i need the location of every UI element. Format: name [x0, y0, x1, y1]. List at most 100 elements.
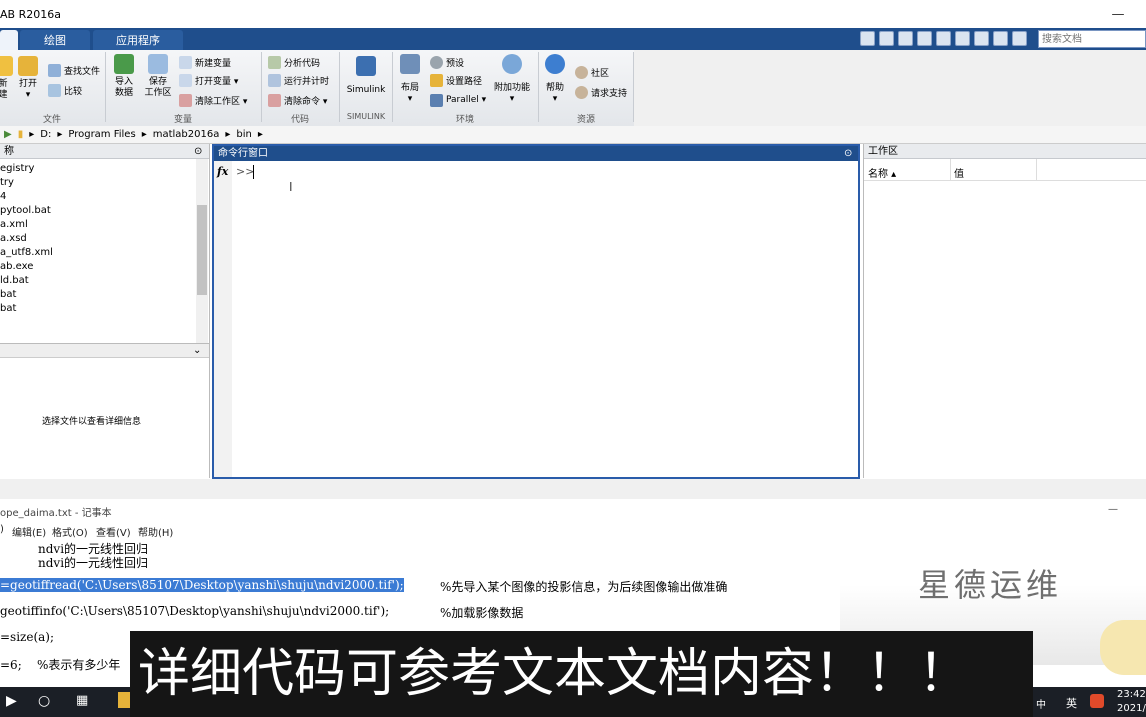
- list-item[interactable]: egistry: [0, 162, 209, 176]
- code-line: =size(a);: [0, 630, 55, 644]
- start-icon[interactable]: ▶: [6, 693, 17, 709]
- ime-indicator[interactable]: 中: [1036, 696, 1046, 711]
- list-item[interactable]: a.xsd: [0, 232, 209, 246]
- import-icon: [114, 54, 134, 74]
- layout-button[interactable]: 布局 ▾: [398, 54, 422, 105]
- command-prompt: >>: [236, 165, 255, 178]
- breadcrumb-program-files[interactable]: Program Files: [68, 129, 135, 140]
- breadcrumb-bin[interactable]: bin: [236, 129, 251, 140]
- browse-folder-icon[interactable]: ▶: [4, 129, 12, 140]
- open-button[interactable]: 打开 ▾: [15, 56, 41, 101]
- clear-workspace-button[interactable]: 清除工作区 ▾: [179, 92, 247, 108]
- quick-help-icon[interactable]: [1012, 31, 1027, 46]
- new-button[interactable]: 新建: [0, 56, 13, 101]
- analyze-code-button[interactable]: 分析代码: [268, 54, 320, 70]
- window-title: AB R2016a: [0, 8, 61, 21]
- sogou-icon[interactable]: [1090, 694, 1104, 708]
- column-name[interactable]: 名称 ▴: [868, 165, 896, 180]
- breadcrumb-drive[interactable]: D:: [40, 129, 51, 140]
- list-item[interactable]: try: [0, 176, 209, 190]
- menu-view[interactable]: 查看(V): [96, 524, 131, 539]
- quick-save-icon[interactable]: [860, 31, 875, 46]
- fx-icon[interactable]: fx: [217, 165, 228, 178]
- clock-time[interactable]: 23:42: [1117, 689, 1146, 700]
- tab-home[interactable]: [0, 30, 18, 50]
- column-value[interactable]: 值: [954, 165, 964, 180]
- quick-layout-icon[interactable]: [993, 31, 1008, 46]
- tab-apps[interactable]: 应用程序: [93, 30, 183, 50]
- chevron-down-icon[interactable]: ⌄: [193, 345, 201, 356]
- panel-menu-icon[interactable]: ⊙: [844, 146, 852, 161]
- simulink-group-label: SIMULINK: [346, 112, 386, 121]
- list-item[interactable]: ab.exe: [0, 260, 209, 274]
- list-item[interactable]: 4: [0, 190, 209, 204]
- scrollbar-thumb[interactable]: [197, 205, 207, 295]
- request-support-button[interactable]: 请求支持: [575, 84, 627, 100]
- list-item[interactable]: ld.bat: [0, 274, 209, 288]
- breadcrumb-matlab[interactable]: matlab2016a: [153, 129, 220, 140]
- task-view-icon[interactable]: ▦: [76, 693, 88, 708]
- quick-cut-icon[interactable]: [879, 31, 894, 46]
- command-window[interactable]: 命令行窗口 ⊙ fx >> I: [212, 144, 860, 479]
- clear-commands-button[interactable]: 清除命令 ▾: [268, 92, 327, 108]
- parallel-button[interactable]: Parallel ▾: [430, 92, 486, 108]
- find-files-button[interactable]: 查找文件: [48, 62, 100, 78]
- community-button[interactable]: 社区: [575, 64, 609, 80]
- code-line: geotiffinfo('C:\Users\85107\Desktop\yans…: [0, 604, 390, 618]
- ribbon-empty-area: [634, 50, 1146, 126]
- save-workspace-button[interactable]: 保存 工作区: [142, 54, 174, 99]
- quick-switch-icon[interactable]: [974, 31, 989, 46]
- list-item[interactable]: a.xml: [0, 218, 209, 232]
- search-docs-input[interactable]: [1038, 30, 1146, 48]
- list-item[interactable]: pytool.bat: [0, 204, 209, 218]
- language-indicator[interactable]: 英: [1066, 695, 1077, 711]
- compare-button[interactable]: 比较: [48, 82, 82, 98]
- code-line: ndvi的一元线性回归: [38, 556, 149, 570]
- watermark-logo: 星德运维: [918, 566, 1063, 604]
- parallel-icon: [430, 93, 443, 107]
- code-line: =6; %表示有多少年: [0, 658, 121, 672]
- save-workspace-icon: [148, 54, 168, 74]
- details-placeholder: 选择文件以查看详细信息: [41, 417, 141, 427]
- video-subtitle: 详细代码可参考文本文档内容！！！: [130, 631, 1033, 717]
- list-item[interactable]: a_utf8.xml: [0, 246, 209, 260]
- quick-redo-icon[interactable]: [955, 31, 970, 46]
- quick-access-toolbar: [852, 28, 1036, 50]
- file-list-scrollbar[interactable]: [196, 159, 208, 349]
- run-and-time-button[interactable]: 运行并计时: [268, 72, 329, 88]
- list-item[interactable]: bat: [0, 302, 209, 316]
- quick-paste-icon[interactable]: [917, 31, 932, 46]
- tab-plots[interactable]: 绘图: [20, 30, 90, 50]
- quick-undo-icon[interactable]: [936, 31, 951, 46]
- clock-date[interactable]: 2021/: [1117, 703, 1146, 714]
- new-icon: [0, 56, 13, 76]
- search-icon[interactable]: ○: [38, 693, 50, 709]
- add-ons-button[interactable]: 附加功能 ▾: [492, 54, 532, 105]
- preferences-button[interactable]: 预设: [430, 54, 464, 70]
- menu-file[interactable]: ): [0, 524, 4, 535]
- community-icon: [575, 65, 588, 79]
- layout-icon: [400, 54, 420, 74]
- file-group-label: 文件: [42, 115, 61, 125]
- file-list-header: 称 ⊙: [0, 144, 209, 159]
- list-item[interactable]: bat: [0, 288, 209, 302]
- import-data-button[interactable]: 导入 数据: [110, 54, 138, 99]
- minimize-icon[interactable]: —: [1108, 504, 1118, 515]
- minimize-icon[interactable]: —: [1096, 0, 1140, 28]
- panel-menu-icon[interactable]: ⊙: [194, 144, 202, 159]
- find-files-icon: [48, 63, 61, 77]
- menu-edit[interactable]: 编辑(E): [12, 524, 46, 539]
- simulink-icon: [356, 56, 376, 76]
- breadcrumb-sep: ▸: [257, 129, 263, 140]
- simulink-button[interactable]: Simulink: [346, 56, 386, 96]
- help-icon: [545, 54, 565, 74]
- quick-copy-icon[interactable]: [898, 31, 913, 46]
- set-path-button[interactable]: 设置路径: [430, 72, 482, 88]
- menu-format[interactable]: 格式(O): [52, 524, 88, 539]
- tab-strip: 绘图 应用程序: [0, 28, 1146, 50]
- menu-help[interactable]: 帮助(H): [138, 524, 173, 539]
- new-variable-button[interactable]: 新建变量: [179, 54, 231, 70]
- help-button[interactable]: 帮助 ▾: [543, 54, 567, 105]
- run-time-icon: [268, 73, 281, 87]
- open-variable-button[interactable]: 打开变量 ▾: [179, 72, 238, 88]
